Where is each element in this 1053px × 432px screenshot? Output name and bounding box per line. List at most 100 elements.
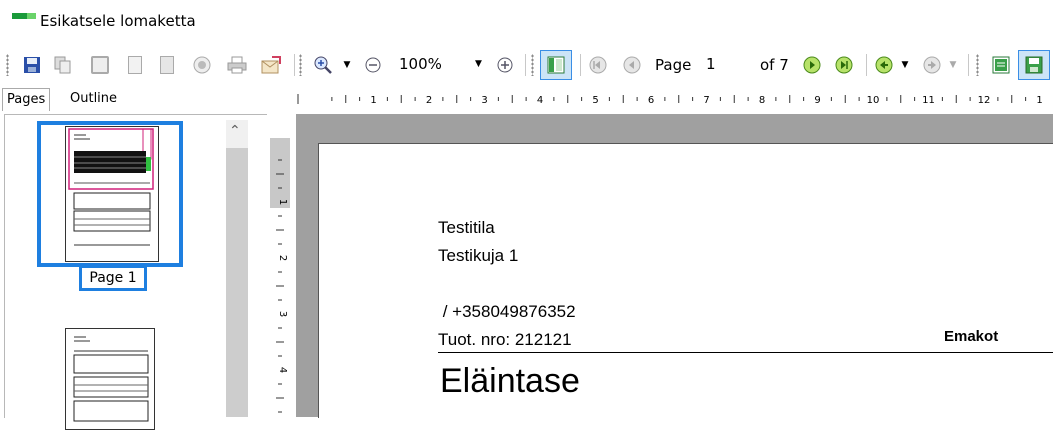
save-icon: [24, 57, 40, 73]
ruler-label: 6: [648, 95, 654, 106]
document-product-number: Tuot. nro: 212121: [438, 330, 572, 349]
page-thumbnail-2[interactable]: [65, 328, 155, 430]
prev-page-button[interactable]: [620, 53, 644, 77]
view-icon: [992, 56, 1010, 74]
single-page-button[interactable]: [88, 53, 112, 77]
zoom-out-button[interactable]: [362, 53, 384, 77]
document-page: [318, 143, 1053, 418]
toolbar-grip[interactable]: [976, 54, 979, 76]
ruler-label: 1: [370, 95, 376, 106]
page-icon: [128, 56, 142, 74]
zoom-dropdown-arrow[interactable]: ▼: [340, 53, 354, 77]
forward-dropdown-arrow[interactable]: ▼: [946, 53, 960, 77]
save-view-button[interactable]: [1018, 50, 1050, 80]
chevron-down-icon: ▼: [475, 59, 482, 69]
chevron-down-icon: ▼: [949, 60, 957, 70]
stop-icon: [193, 56, 211, 74]
horizontal-ruler-ticks: 1 2 3 4 5 6 7 8 9 10 11 12 1: [297, 94, 1043, 106]
copy-button[interactable]: [50, 53, 76, 77]
toolbar-grip[interactable]: [531, 54, 534, 76]
horizontal-ruler: 1 2 3 4 5 6 7 8 9 10 11 12 1: [296, 88, 1053, 112]
next-page-icon: [803, 56, 821, 74]
copy-icon: [54, 56, 71, 74]
page-number-value: 1: [706, 55, 716, 73]
chevron-down-icon: ▼: [343, 60, 351, 70]
toolbar-separator: [525, 54, 526, 76]
zoom-in-button[interactable]: [310, 53, 336, 77]
vertical-ruler: 1 2 3 4: [270, 138, 290, 417]
next-page-button[interactable]: [800, 53, 824, 77]
sidebar-tabs: Pages Outline: [0, 86, 300, 114]
print-button[interactable]: [224, 53, 250, 77]
view-button[interactable]: [988, 53, 1014, 77]
thumbnail-preview-image: [73, 336, 149, 422]
thumbnail-scrollbar[interactable]: ⌃: [226, 120, 248, 417]
document-divider: [438, 352, 1053, 353]
page-count-label: of 7: [760, 56, 789, 74]
toolbar-separator: [866, 54, 867, 76]
zoom-plus-icon: [497, 57, 513, 73]
export-icon: [261, 56, 281, 74]
vertical-ruler-ticks: 1 2 3 4: [270, 138, 290, 413]
save-button[interactable]: [20, 53, 44, 77]
page-thumbnail-1[interactable]: [65, 126, 159, 262]
print-icon: [227, 56, 247, 74]
document-farm-name: Testitila: [438, 218, 495, 237]
ruler-label: 1: [1036, 95, 1042, 106]
chevron-down-icon: ▼: [901, 60, 909, 70]
page-label: Page: [655, 56, 692, 74]
ruler-label: 5: [592, 95, 598, 106]
first-page-icon: [589, 56, 607, 74]
prev-page-icon: [623, 56, 641, 74]
document-category: Emakot: [944, 328, 999, 345]
page-setup-icon: [160, 56, 174, 74]
zoom-out-icon: [365, 57, 381, 73]
toolbar-grip[interactable]: [6, 54, 9, 76]
title-bar: Esikatsele lomaketta: [0, 0, 1053, 44]
page-number-input[interactable]: 1: [702, 50, 752, 76]
zoom-plus-button[interactable]: [494, 53, 516, 77]
ruler-label: 12: [978, 95, 991, 106]
ruler-label: 7: [703, 95, 709, 106]
forward-button[interactable]: [920, 53, 944, 77]
ruler-label: 2: [426, 95, 432, 106]
stop-button[interactable]: [190, 53, 214, 77]
page-button[interactable]: [124, 53, 146, 77]
zoom-in-icon: [314, 56, 332, 74]
ruler-label: 1: [277, 199, 288, 205]
page-thumbnail-label[interactable]: Page 1: [79, 265, 147, 291]
scrollbar-thumb[interactable]: [226, 148, 248, 417]
tab-outline[interactable]: Outline: [66, 88, 121, 110]
page-setup-button[interactable]: [156, 53, 178, 77]
chevron-up-icon[interactable]: ⌃: [229, 123, 241, 139]
window-title: Esikatsele lomaketta: [40, 12, 196, 30]
toolbar-grip[interactable]: [299, 54, 302, 76]
first-page-button[interactable]: [586, 53, 610, 77]
last-page-button[interactable]: [832, 53, 856, 77]
export-button[interactable]: [258, 53, 284, 77]
forward-icon: [923, 56, 941, 74]
toolbar-separator: [294, 54, 295, 76]
zoom-value: 100%: [399, 55, 442, 73]
ruler-label: 11: [922, 95, 935, 106]
ruler-label: 4: [277, 367, 288, 373]
toolbar: ▼ 100% ▼ Page 1 of 7 ▼ ▼: [0, 44, 1053, 86]
save-view-icon: [1025, 56, 1043, 74]
toolbar-separator: [968, 54, 969, 76]
ruler-margin-shade: [270, 138, 290, 208]
back-button[interactable]: [872, 53, 896, 77]
ruler-label: 10: [867, 95, 880, 106]
back-dropdown-arrow[interactable]: ▼: [898, 53, 912, 77]
thumbnails-toggle-button[interactable]: [540, 50, 572, 80]
last-page-icon: [835, 56, 853, 74]
ruler-label: 3: [481, 95, 487, 106]
ruler-label: 3: [277, 311, 288, 317]
app-icon: [12, 13, 36, 19]
ruler-label: 8: [759, 95, 765, 106]
thumbnails-icon: [547, 56, 565, 74]
tab-pages[interactable]: Pages: [2, 88, 51, 111]
back-icon: [875, 56, 893, 74]
ruler-label: 4: [537, 95, 543, 106]
ruler-label: 9: [814, 95, 820, 106]
toolbar-separator: [580, 54, 581, 76]
